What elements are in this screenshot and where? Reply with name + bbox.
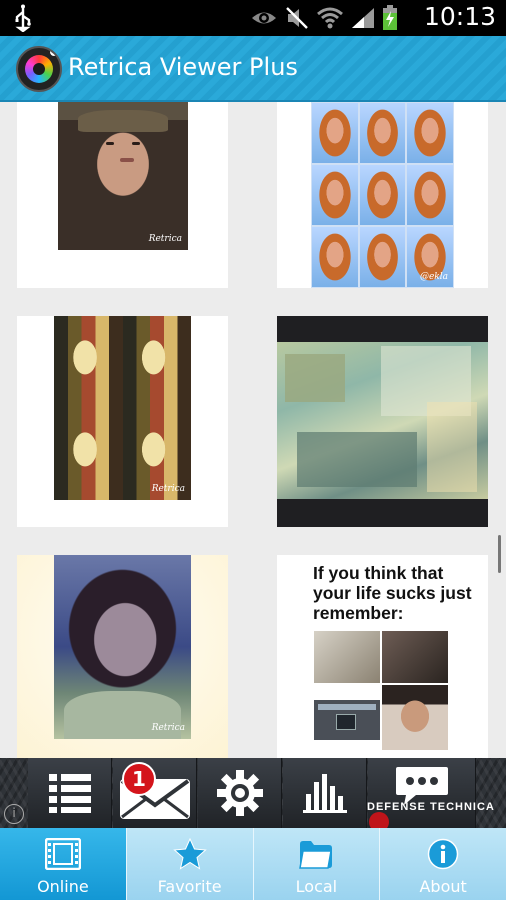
tab-label: About <box>419 877 467 896</box>
tab-label: Online <box>37 877 89 896</box>
star-icon <box>172 838 207 870</box>
photo-tile-2[interactable]: @ekla <box>277 102 488 288</box>
retrica-logo-icon[interactable] <box>16 46 62 92</box>
bar-chart-icon <box>302 774 347 813</box>
app-title: Retrica Viewer Plus <box>68 53 298 81</box>
status-bar: 10:13 <box>0 0 506 36</box>
app-root: 10:13 Retrica Viewer Plus Retrica @ekla … <box>0 0 506 900</box>
watermark: Retrica <box>151 723 185 733</box>
photo-image: Retrica <box>54 555 191 739</box>
bottom-tab-bar: Online Favorite Local About <box>0 828 506 900</box>
action-bar: Retrica Viewer Plus <box>0 36 506 102</box>
tab-label: Favorite <box>157 877 222 896</box>
meme-caption: If you think that your life sucks just r… <box>313 563 472 623</box>
watermark: Retrica <box>151 484 185 494</box>
tab-about[interactable]: About <box>380 828 506 900</box>
scrollbar[interactable] <box>498 535 501 573</box>
folder-icon <box>299 841 333 869</box>
ad-tile-stats[interactable] <box>283 758 367 828</box>
wifi-icon <box>317 7 343 29</box>
tab-online[interactable]: Online <box>0 828 127 900</box>
photo-image: Retrica <box>54 316 191 500</box>
meme-photo <box>382 631 448 683</box>
battery-charging-icon <box>383 5 397 30</box>
tab-label: Local <box>295 877 338 896</box>
mute-icon <box>286 7 308 29</box>
meme-photo <box>382 685 448 750</box>
list-icon <box>48 774 91 813</box>
ad-tile-list[interactable] <box>28 758 112 828</box>
watermark: Retrica <box>148 234 182 244</box>
banner-ad[interactable]: i 1 DEFENSE TECHNICA <box>0 758 506 832</box>
photo-image <box>277 342 488 499</box>
photo-tile-3[interactable]: Retrica <box>17 316 228 527</box>
photo-tile-4[interactable] <box>277 316 488 527</box>
tab-favorite[interactable]: Favorite <box>127 828 254 900</box>
clock: 10:13 <box>423 2 496 31</box>
info-icon <box>427 838 459 870</box>
photo-tile-6[interactable]: If you think that your life sucks just r… <box>277 555 488 758</box>
gear-icon <box>216 770 263 816</box>
watermark: @ekla <box>419 272 448 282</box>
photo-image: Retrica <box>58 102 188 250</box>
photo-grid[interactable]: Retrica @ekla Retrica Retrica If you thi… <box>0 102 506 758</box>
photo-tile-1[interactable]: Retrica <box>17 102 228 288</box>
signal-icon <box>352 8 374 28</box>
photo-tile-5[interactable]: Retrica <box>17 555 228 758</box>
photo-image: @ekla <box>311 102 454 288</box>
meme-photo <box>314 631 380 683</box>
tab-local[interactable]: Local <box>254 828 381 900</box>
film-icon <box>44 838 81 870</box>
ad-info-icon[interactable]: i <box>4 804 24 824</box>
ad-tile-settings[interactable] <box>198 758 282 828</box>
unread-badge: 1 <box>122 762 156 796</box>
usb-icon <box>15 4 31 32</box>
eye-icon <box>252 12 276 24</box>
meme-photo <box>314 700 380 740</box>
